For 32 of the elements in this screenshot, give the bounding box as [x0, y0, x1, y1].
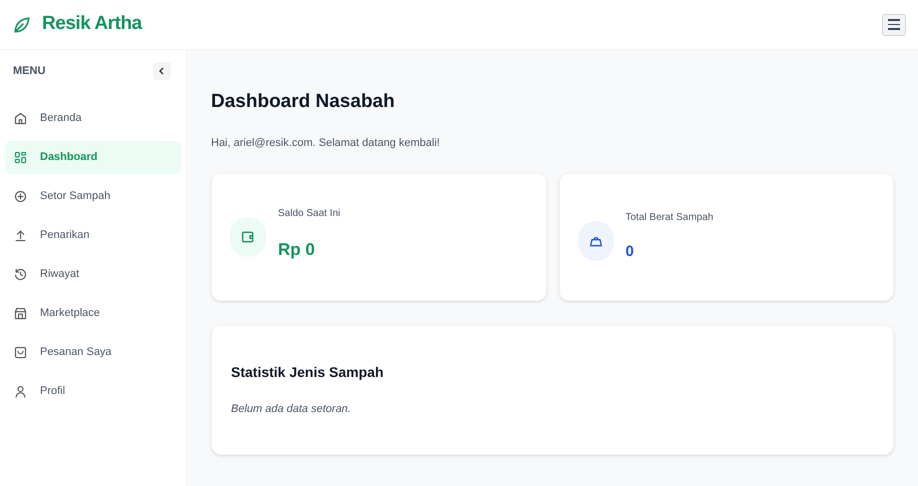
sidebar-item[interactable]: Riwayat: [5, 258, 181, 291]
stat-label: Saldo Saat Ini: [278, 207, 340, 221]
sidebar-item[interactable]: Pesanan Saya: [5, 336, 181, 369]
sidebar-item[interactable]: Marketplace: [5, 297, 181, 330]
user-icon: [13, 384, 28, 399]
empty-message: Belum ada data setoran.: [231, 402, 352, 417]
sidebar-item[interactable]: Beranda: [5, 102, 181, 135]
sidebar-item[interactable]: Profil: [5, 375, 181, 408]
store-icon: [13, 306, 28, 321]
weight-icon: [578, 221, 614, 261]
arrow-up-icon: [13, 228, 28, 243]
page-title: Dashboard Nasabah: [211, 90, 396, 114]
greeting-text: Hai, ariel@resik.com. Selamat datang kembali!: [211, 136, 441, 150]
chevron-left-icon: [158, 67, 166, 75]
stat-label: Total Berat Sampah: [626, 211, 714, 225]
menu-button[interactable]: [882, 14, 906, 36]
menu-heading: MENU: [13, 64, 46, 79]
sidebar-item[interactable]: Dashboard: [5, 141, 181, 174]
collapse-button[interactable]: [153, 62, 171, 80]
stat-value: Rp 0: [278, 239, 316, 261]
sidebar-item[interactable]: Penarikan: [5, 219, 181, 252]
sidebar-item[interactable]: Setor Sampah: [5, 180, 181, 213]
home-icon: [13, 111, 28, 126]
card-title: Statistik Jenis Sampah: [231, 363, 385, 382]
stat-value: 0: [626, 242, 635, 262]
leaf-icon: [12, 14, 32, 34]
history-icon: [13, 267, 28, 282]
wallet-icon: [230, 217, 266, 257]
brand-name[interactable]: Resik Artha: [42, 10, 142, 39]
grid-icon: [13, 150, 28, 165]
bag-icon: [13, 345, 28, 360]
plus-circle-icon: [13, 189, 28, 204]
